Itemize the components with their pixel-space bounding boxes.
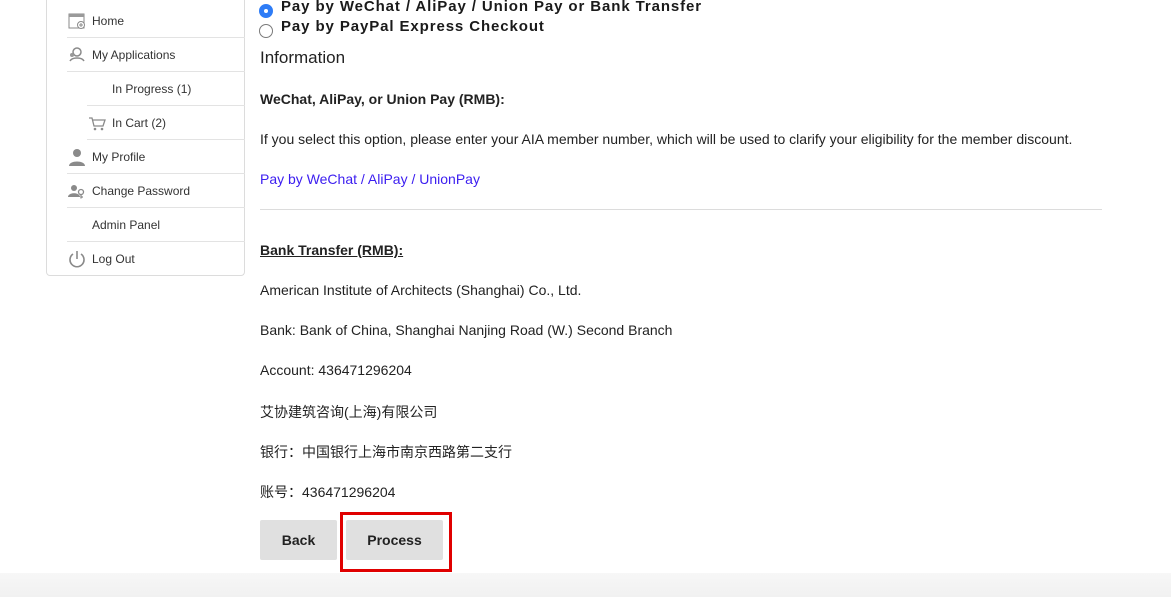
sidebar-item-home[interactable]: Home xyxy=(67,4,245,38)
bank-line: Account: 436471296204 xyxy=(260,362,412,378)
wechat-heading: WeChat, AliPay, or Union Pay (RMB): xyxy=(260,91,505,107)
sidebar-item-log-out[interactable]: Log Out xyxy=(67,242,245,276)
sidebar-nav: Home My Applications In Progress (1) In … xyxy=(46,0,245,276)
sidebar-item-admin-panel[interactable]: Admin Panel xyxy=(67,208,245,242)
payment-option-label: Pay by PayPal Express Checkout xyxy=(281,18,545,35)
home-page-icon xyxy=(67,11,87,31)
section-divider xyxy=(260,209,1102,210)
bank-line: Bank: Bank of China, Shanghai Nanjing Ro… xyxy=(260,322,673,338)
bank-line: American Institute of Architects (Shangh… xyxy=(260,282,582,298)
power-icon xyxy=(67,249,87,269)
user-icon xyxy=(67,147,87,167)
sidebar-item-label: My Profile xyxy=(92,149,146,164)
bank-transfer-heading: Bank Transfer (RMB): xyxy=(260,242,404,258)
sidebar-item-my-profile[interactable]: My Profile xyxy=(67,140,245,174)
radio-button[interactable] xyxy=(259,24,273,38)
wechat-description: If you select this option, please enter … xyxy=(260,131,1073,147)
sidebar-item-label: Home xyxy=(92,13,125,28)
sidebar-item-in-cart[interactable]: In Cart (2) xyxy=(87,106,245,140)
sidebar-item-label: Change Password xyxy=(92,183,191,198)
back-button[interactable]: Back xyxy=(260,520,337,560)
applications-icon xyxy=(67,45,87,65)
process-button[interactable]: Process xyxy=(346,520,443,560)
sidebar-item-label: In Cart (2) xyxy=(112,115,167,130)
radio-button-selected[interactable] xyxy=(259,4,273,18)
bank-line: 艾协建筑咨询(上海)有限公司 xyxy=(260,404,438,420)
bank-line: 账号：436471296204 xyxy=(260,484,396,500)
bank-line: 银行：中国银行上海市南京西路第二支行 xyxy=(260,444,512,460)
sidebar-item-label: My Applications xyxy=(92,47,176,62)
wechat-pay-link[interactable]: Pay by WeChat / AliPay / UnionPay xyxy=(260,171,480,187)
sidebar-item-change-password[interactable]: Change Password xyxy=(67,174,245,208)
footer-band xyxy=(0,573,1171,597)
sidebar-item-my-applications[interactable]: My Applications xyxy=(67,38,245,72)
sidebar-item-label: Log Out xyxy=(92,252,135,266)
sidebar-item-in-progress[interactable]: In Progress (1) xyxy=(87,72,245,106)
sidebar-item-label: In Progress (1) xyxy=(112,81,192,96)
payment-option-label: Pay by WeChat / AliPay / Union Pay or Ba… xyxy=(281,0,703,15)
section-title: Information xyxy=(260,48,346,67)
sidebar-item-label: Admin Panel xyxy=(92,217,161,232)
key-user-icon xyxy=(67,181,87,201)
cart-icon xyxy=(87,113,107,133)
